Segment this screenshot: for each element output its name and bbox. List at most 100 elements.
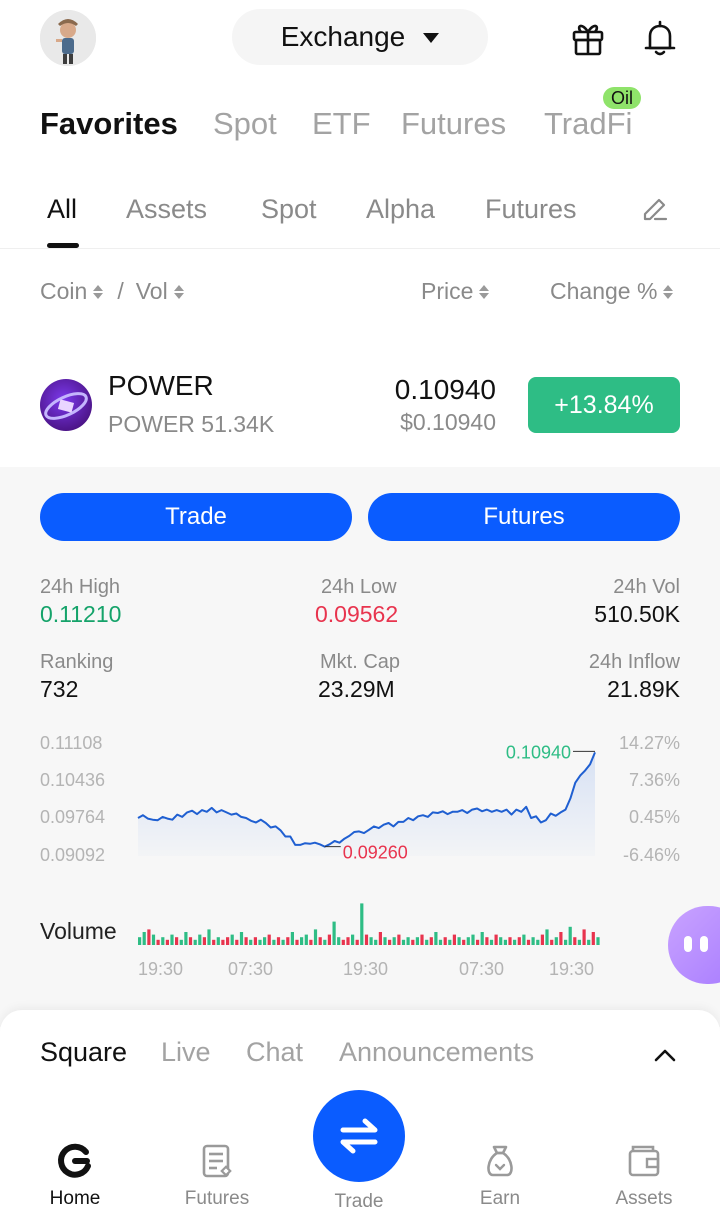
volume-bar — [554, 937, 558, 945]
nav-home[interactable]: Home — [20, 1142, 130, 1210]
chevron-up-icon[interactable] — [652, 1044, 678, 1066]
coin-price-usd: $0.10940 — [400, 409, 496, 435]
swap-arrows-icon — [340, 1118, 378, 1154]
feed-tab-square[interactable]: Square — [40, 1037, 127, 1068]
volume-bar — [230, 934, 234, 945]
bell-icon[interactable] — [640, 18, 680, 58]
mktcap-value: 23.29M — [318, 676, 395, 702]
nav-assets-label: Assets — [615, 1188, 673, 1209]
volume-bar — [526, 939, 531, 945]
volume-bar — [452, 934, 456, 945]
assistant-eye-icon — [700, 936, 708, 952]
ranking-value: 732 — [40, 676, 79, 702]
sort-icon — [479, 284, 490, 299]
subtab-all[interactable]: All — [47, 194, 77, 225]
edit-icon[interactable] — [640, 194, 670, 224]
column-header-price[interactable]: Price — [421, 278, 490, 305]
nav-earn[interactable]: Earn — [445, 1142, 555, 1210]
column-change-label: Change % — [550, 278, 658, 304]
volume-bar — [378, 932, 382, 945]
x-tick-label: 19:30 — [549, 959, 595, 979]
column-header-change[interactable]: Change % — [550, 278, 674, 305]
volume-bar — [244, 937, 248, 945]
volume-bar — [545, 929, 549, 945]
volume-bar — [471, 934, 475, 945]
volume-bar — [397, 934, 401, 945]
wallet-icon — [628, 1145, 660, 1177]
high-value: 0.11210 — [40, 601, 122, 627]
column-header-coin-vol[interactable]: Coin / Vol — [40, 278, 184, 305]
tab-futures[interactable]: Futures — [401, 106, 506, 142]
subtab-spot[interactable]: Spot — [261, 194, 317, 225]
volume-bar — [577, 939, 581, 945]
high-label: 24h High — [40, 576, 121, 598]
volume-bar — [434, 932, 438, 945]
tab-tradfi[interactable]: TradFi — [544, 106, 632, 142]
exchange-switcher[interactable]: Exchange — [232, 9, 488, 65]
avatar-figure-icon — [40, 10, 96, 66]
volume-bar — [207, 929, 211, 945]
chevron-down-icon — [423, 33, 440, 43]
volume-bar — [499, 937, 503, 945]
volume-bar — [267, 934, 271, 945]
low-value: 0.09562 — [315, 601, 399, 627]
trade-button[interactable]: Trade — [40, 493, 352, 541]
gift-icon[interactable] — [568, 18, 608, 58]
volume-bar — [462, 939, 466, 945]
volume-bar — [253, 937, 257, 945]
avatar[interactable] — [40, 10, 96, 66]
volume-bar — [564, 939, 568, 945]
low-label: 24h Low — [321, 576, 397, 598]
subtab-futures[interactable]: Futures — [485, 194, 577, 225]
volume-bar — [476, 939, 480, 945]
volume-bar — [355, 939, 359, 945]
volume-bar — [420, 934, 424, 945]
volume-bar — [443, 937, 447, 945]
nav-trade-button[interactable] — [313, 1090, 405, 1182]
subtab-alpha[interactable]: Alpha — [366, 194, 435, 225]
volume-bar — [151, 934, 156, 945]
tab-etf[interactable]: ETF — [312, 106, 371, 142]
feed-tab-announcements[interactable]: Announcements — [339, 1037, 534, 1068]
nav-futures-label: Futures — [184, 1188, 250, 1209]
volume-bar — [170, 934, 174, 945]
coin-price: 0.10940 — [394, 374, 496, 405]
change-percent-badge[interactable]: +13.84% — [528, 377, 680, 433]
x-tick-label: 19:30 — [138, 959, 184, 979]
volume-bar — [161, 937, 165, 945]
volume-bar — [235, 939, 239, 945]
futures-button[interactable]: Futures — [368, 493, 680, 541]
coin-symbol[interactable]: POWER — [108, 370, 214, 402]
column-separator: / — [117, 278, 124, 304]
inflow-label: 24h Inflow — [588, 651, 680, 673]
column-coin-label: Coin — [40, 278, 88, 304]
volume-bar — [522, 934, 526, 945]
volume-bar — [508, 937, 512, 945]
tradfi-badge: Oil — [603, 87, 641, 109]
nav-assets[interactable]: Assets — [589, 1142, 699, 1210]
volume-bar — [258, 939, 262, 945]
volume-bar — [202, 937, 206, 945]
volume-bar — [341, 939, 345, 945]
volume-label: Volume — [40, 918, 117, 944]
volume-bar — [494, 934, 498, 945]
sort-icon — [173, 284, 184, 299]
volume-bar — [239, 932, 244, 945]
volume-bar — [351, 934, 355, 945]
feed-tab-chat[interactable]: Chat — [246, 1037, 303, 1068]
volume-bar — [309, 939, 313, 945]
power-logo-icon — [44, 392, 88, 420]
feed-tab-live[interactable]: Live — [161, 1037, 211, 1068]
volume-bar — [198, 934, 202, 945]
volume-bar — [573, 937, 577, 945]
tab-spot[interactable]: Spot — [213, 106, 277, 142]
volume-bar — [346, 937, 350, 945]
tab-favorites[interactable]: Favorites — [40, 106, 178, 142]
futures-doc-icon — [202, 1144, 232, 1178]
nav-futures[interactable]: Futures — [162, 1142, 272, 1210]
volume-bar — [263, 937, 267, 945]
subtab-assets[interactable]: Assets — [126, 194, 207, 225]
inflow-value: 21.89K — [607, 676, 680, 702]
volume-bar — [332, 921, 336, 945]
volume-bar — [448, 939, 452, 945]
